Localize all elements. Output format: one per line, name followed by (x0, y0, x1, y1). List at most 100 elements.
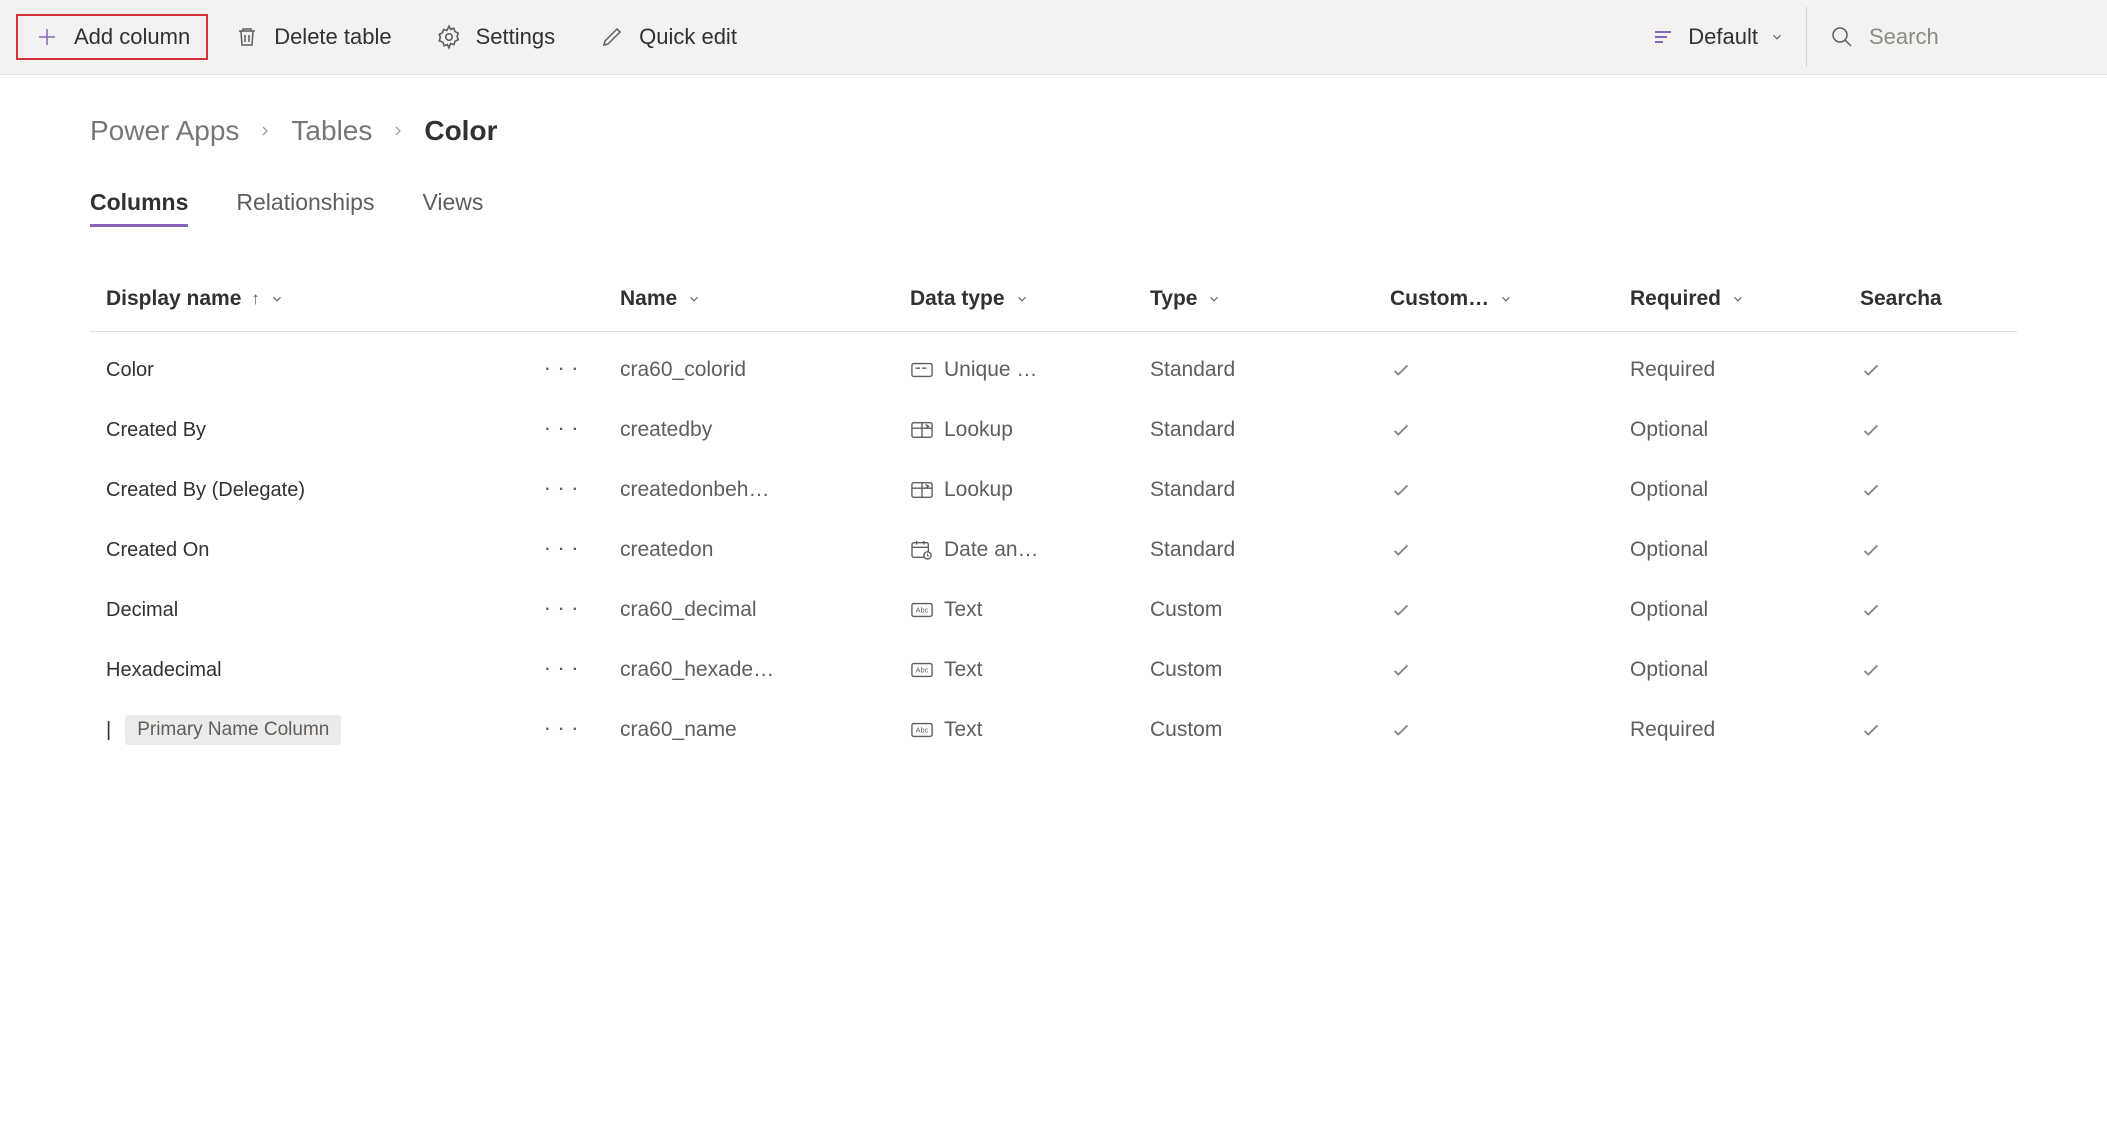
customizable-cell (1390, 419, 1630, 441)
table-header-row: Display name ↑ Name Data type Type Custo… (90, 287, 2017, 332)
chevron-down-icon (270, 292, 284, 306)
delete-table-button[interactable]: Delete table (216, 14, 409, 60)
quick-edit-button[interactable]: Quick edit (581, 14, 755, 60)
name-cell: cra60_decimal (620, 598, 910, 622)
customizable-cell (1390, 539, 1630, 561)
text-icon: Abc (910, 720, 934, 740)
header-customizable[interactable]: Custom… (1390, 287, 1630, 311)
customizable-cell (1390, 359, 1630, 381)
breadcrumb-current: Color (424, 115, 497, 147)
settings-button[interactable]: Settings (418, 14, 574, 60)
header-data-type[interactable]: Data type (910, 287, 1150, 311)
required-cell: Optional (1630, 658, 1860, 682)
display-name-text: Created By (106, 419, 206, 442)
type-cell: Standard (1150, 478, 1390, 502)
datatype-cell: AbcText (910, 718, 1150, 742)
content-area: Power Apps Tables Color Columns Relation… (0, 75, 2107, 760)
view-selector[interactable]: Default (1632, 14, 1802, 60)
chevron-down-icon (1207, 292, 1221, 306)
table-row[interactable]: Created On· · ·createdonDate an…Standard… (90, 520, 2017, 580)
header-display-name[interactable]: Display name ↑ (90, 287, 620, 311)
name-cell: createdby (620, 418, 910, 442)
table-row[interactable]: Created By (Delegate)· · ·createdonbeh…L… (90, 460, 2017, 520)
chevron-down-icon (687, 292, 701, 306)
searchable-cell (1860, 479, 1980, 501)
table-row[interactable]: Color· · ·cra60_coloridUnique …StandardR… (90, 340, 2017, 400)
required-cell: Optional (1630, 538, 1860, 562)
table-row[interactable]: Decimal· · ·cra60_decimalAbcTextCustomOp… (90, 580, 2017, 640)
primary-name-badge: Primary Name Column (125, 715, 341, 745)
chevron-down-icon (1770, 30, 1784, 44)
unique-icon (910, 360, 934, 380)
required-cell: Optional (1630, 418, 1860, 442)
datatype-cell: Unique … (910, 358, 1150, 382)
row-more-button[interactable]: · · · (545, 361, 580, 379)
datatype-cell: AbcText (910, 658, 1150, 682)
required-cell: Required (1630, 718, 1860, 742)
gear-icon (436, 24, 462, 50)
datatype-cell: Lookup (910, 418, 1150, 442)
command-bar: Add column Delete table Settings Quick e… (0, 0, 2107, 75)
lookup-icon (910, 420, 934, 440)
search-input[interactable] (1869, 24, 2069, 50)
text-icon: Abc (910, 600, 934, 620)
header-required[interactable]: Required (1630, 287, 1860, 311)
name-cell: cra60_colorid (620, 358, 910, 382)
svg-text:Abc: Abc (916, 606, 929, 615)
customizable-cell (1390, 479, 1630, 501)
settings-label: Settings (476, 24, 556, 50)
name-cell: createdon (620, 538, 910, 562)
search-box[interactable] (1811, 14, 2091, 60)
display-name-text: Created By (Delegate) (106, 479, 305, 502)
display-name-text: Created On (106, 539, 209, 562)
breadcrumb-parent[interactable]: Tables (291, 115, 372, 147)
searchable-cell (1860, 719, 1980, 741)
sort-up-icon: ↑ (251, 289, 260, 309)
search-icon (1829, 24, 1855, 50)
chevron-down-icon (1015, 292, 1029, 306)
datatype-cell: Date an… (910, 538, 1150, 562)
tab-relationships[interactable]: Relationships (236, 189, 374, 227)
chevron-right-icon (390, 123, 406, 139)
table-row[interactable]: Hexadecimal · · · cra60_hexade…AbcTextCust… (90, 640, 2017, 700)
tabs: Columns Relationships Views (90, 189, 2017, 227)
table-row[interactable]: Created By· · ·createdbyLookupStandardOp… (90, 400, 2017, 460)
tab-columns[interactable]: Columns (90, 189, 188, 227)
row-more-button[interactable]: · · · (545, 721, 580, 739)
row-more-button[interactable]: · · · (545, 601, 580, 619)
row-more-button[interactable]: · · · (545, 421, 580, 439)
required-cell: Required (1630, 358, 1860, 382)
datatype-cell: Lookup (910, 478, 1150, 502)
display-name-text: | (106, 719, 111, 742)
searchable-cell (1860, 599, 1980, 621)
display-name-text: Hexadecimal (106, 659, 222, 682)
text-icon: Abc (910, 660, 934, 680)
table-body: Color· · ·cra60_coloridUnique …StandardR… (90, 332, 2017, 760)
header-searchable[interactable]: Searcha (1860, 287, 1980, 311)
view-label: Default (1688, 24, 1758, 50)
columns-table: Display name ↑ Name Data type Type Custo… (90, 287, 2017, 760)
trash-icon (234, 24, 260, 50)
breadcrumb: Power Apps Tables Color (90, 115, 2017, 147)
searchable-cell (1860, 419, 1980, 441)
required-cell: Optional (1630, 598, 1860, 622)
breadcrumb-root[interactable]: Power Apps (90, 115, 239, 147)
row-more-button[interactable]: · · · (545, 661, 580, 679)
row-more-button[interactable]: · · · (545, 481, 580, 499)
type-cell: Custom (1150, 658, 1390, 682)
type-cell: Custom (1150, 718, 1390, 742)
table-row[interactable]: |Primary Name Column· · ·cra60_nameAbcTe… (90, 700, 2017, 760)
add-column-button[interactable]: Add column (16, 14, 208, 60)
datatype-cell: AbcText (910, 598, 1150, 622)
header-type[interactable]: Type (1150, 287, 1390, 311)
add-column-label: Add column (74, 24, 190, 50)
tab-views[interactable]: Views (422, 189, 483, 227)
plus-icon (34, 24, 60, 50)
header-name[interactable]: Name (620, 287, 910, 311)
svg-text:Abc: Abc (916, 666, 929, 675)
name-cell: cra60_hexade… (620, 658, 910, 682)
type-cell: Standard (1150, 358, 1390, 382)
customizable-cell (1390, 599, 1630, 621)
row-more-button[interactable]: · · · (545, 541, 580, 559)
chevron-down-icon (1499, 292, 1513, 306)
